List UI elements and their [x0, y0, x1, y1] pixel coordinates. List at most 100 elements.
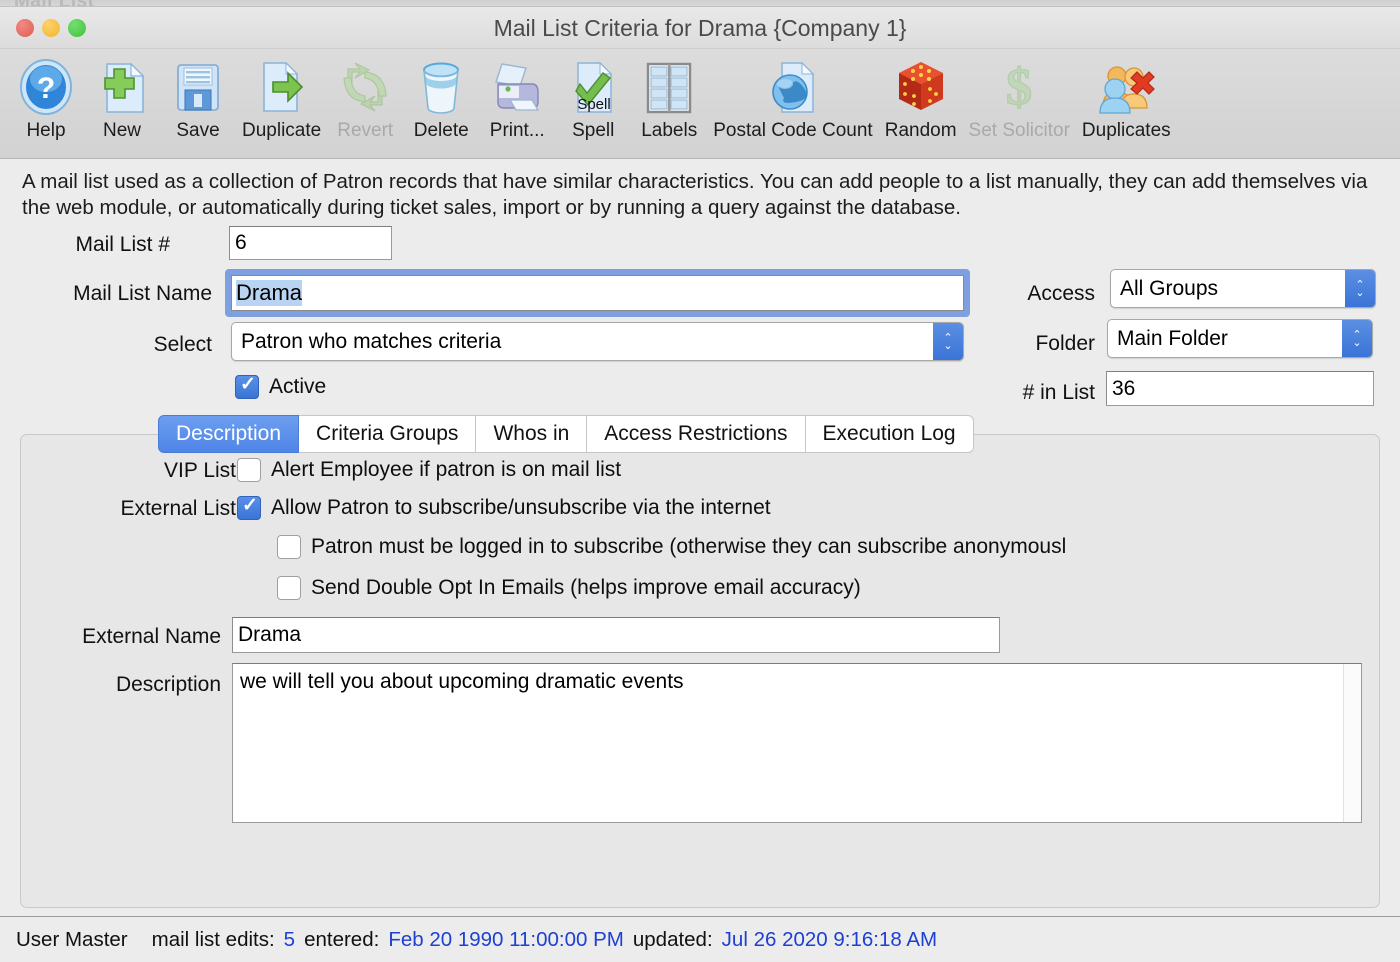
globe-document-icon — [761, 55, 825, 119]
toolbar-label: New — [103, 120, 141, 142]
printer-icon — [485, 55, 549, 119]
select-value: Patron who matches criteria — [241, 330, 501, 354]
double-opt-in-checkbox-row[interactable]: Send Double Opt In Emails (helps improve… — [277, 576, 861, 600]
toolbar-button-print[interactable]: Print... — [479, 53, 555, 142]
status-updated-label: updated: — [633, 928, 713, 952]
toolbar-button-set-solicitor[interactable]: $ Set Solicitor — [963, 53, 1076, 142]
toolbar-label: Delete — [414, 120, 469, 142]
chevron-updown-icon: ⌃⌄ — [1342, 320, 1372, 357]
toolbar-button-delete[interactable]: Delete — [403, 53, 479, 142]
folder-dropdown[interactable]: Main Folder ⌃⌄ — [1107, 319, 1373, 358]
count-in-list-label: # in List — [930, 381, 1095, 405]
external-list-text: Allow Patron to subscribe/unsubscribe vi… — [271, 496, 771, 520]
toolbar-button-help[interactable]: ? Help — [8, 53, 84, 142]
description-field-label: Description — [21, 673, 221, 697]
must-be-logged-in-text: Patron must be logged in to subscribe (o… — [311, 535, 1066, 559]
window-title: Mail List Criteria for Drama {Company 1} — [0, 15, 1400, 42]
external-name-label: External Name — [21, 625, 221, 649]
external-name-input[interactable]: Drama — [232, 617, 1000, 653]
duplicate-document-arrow-icon — [250, 55, 314, 119]
double-opt-in-checkbox[interactable] — [277, 576, 301, 600]
access-value: All Groups — [1120, 277, 1218, 301]
vip-list-checkbox-row[interactable]: Alert Employee if patron is on mail list — [237, 458, 621, 482]
toolbar-button-duplicates[interactable]: Duplicates — [1076, 53, 1177, 142]
tab-strip: Description Criteria Groups Whos in Acce… — [158, 415, 974, 453]
toolbar-label: Postal Code Count — [713, 120, 873, 142]
toolbar-button-postal-code-count[interactable]: Postal Code Count — [707, 53, 879, 142]
select-label: Select — [20, 333, 212, 357]
tab-whos-in[interactable]: Whos in — [476, 415, 587, 453]
toolbar-label: Duplicates — [1082, 120, 1171, 142]
toolbar-label: Random — [885, 120, 957, 142]
svg-text:?: ? — [37, 72, 55, 105]
mail-list-name-value: Drama — [236, 280, 302, 306]
tab-access-restrictions[interactable]: Access Restrictions — [587, 415, 805, 453]
spell-check-icon: Spell — [561, 55, 625, 119]
tab-execution-log[interactable]: Execution Log — [806, 415, 974, 453]
toolbar-button-revert[interactable]: Revert — [327, 53, 403, 142]
trash-can-icon — [409, 55, 473, 119]
access-dropdown[interactable]: All Groups ⌃⌄ — [1110, 269, 1376, 308]
description-textarea-value: we will tell you about upcoming dramatic… — [233, 664, 1343, 822]
mail-list-name-focus-ring: Drama — [225, 269, 970, 317]
dice-icon — [889, 55, 953, 119]
toolbar-button-save[interactable]: Save — [160, 53, 236, 142]
external-list-label: External List — [21, 497, 236, 521]
active-label: Active — [269, 375, 326, 399]
labels-grid-icon — [637, 55, 701, 119]
tab-area: Description Criteria Groups Whos in Acce… — [0, 415, 1400, 916]
vip-list-text: Alert Employee if patron is on mail list — [271, 458, 621, 482]
description-textarea[interactable]: we will tell you about upcoming dramatic… — [232, 663, 1362, 823]
external-list-checkbox[interactable] — [237, 496, 261, 520]
toolbar: ? Help New — [0, 49, 1400, 159]
status-bar: User Master mail list edits: 5 entered: … — [0, 916, 1400, 962]
new-document-plus-icon — [90, 55, 154, 119]
active-checkbox-row[interactable]: Active — [235, 375, 326, 399]
access-label: Access — [940, 282, 1095, 306]
mail-list-name-input[interactable]: Drama — [231, 275, 964, 311]
toolbar-button-labels[interactable]: Labels — [631, 53, 707, 142]
mail-list-criteria-window: Mail List Criteria for Drama {Company 1}… — [0, 6, 1400, 962]
double-opt-in-text: Send Double Opt In Emails (helps improve… — [311, 576, 861, 600]
tab-criteria-groups[interactable]: Criteria Groups — [299, 415, 476, 453]
status-user: User Master — [16, 928, 128, 952]
toolbar-label: Spell — [572, 120, 614, 142]
mail-list-number-input[interactable]: 6 — [229, 226, 392, 260]
svg-text:$: $ — [1006, 59, 1032, 116]
toolbar-button-duplicate[interactable]: Duplicate — [236, 53, 327, 142]
toolbar-label: Set Solicitor — [969, 120, 1070, 142]
toolbar-button-random[interactable]: Random — [879, 53, 963, 142]
help-question-icon: ? — [14, 55, 78, 119]
toolbar-button-new[interactable]: New — [84, 53, 160, 142]
description-tab-panel: VIP List Alert Employee if patron is on … — [20, 434, 1380, 908]
must-be-logged-in-checkbox-row[interactable]: Patron must be logged in to subscribe (o… — [277, 535, 1066, 559]
mail-list-name-label: Mail List Name — [20, 282, 212, 306]
mail-list-number-label: Mail List # — [20, 233, 170, 257]
active-checkbox[interactable] — [235, 375, 259, 399]
vip-list-label: VIP List — [21, 459, 236, 483]
spell-badge-text: Spell — [578, 96, 611, 113]
floppy-disk-icon — [166, 55, 230, 119]
description-scrollbar[interactable] — [1343, 664, 1361, 822]
tab-description[interactable]: Description — [158, 415, 299, 453]
status-entered-value: Feb 20 1990 11:00:00 PM — [388, 928, 624, 952]
dollar-sign-icon: $ — [987, 55, 1051, 119]
select-dropdown[interactable]: Patron who matches criteria ⌃⌄ — [231, 322, 964, 361]
count-in-list-input[interactable]: 36 — [1106, 371, 1374, 406]
toolbar-label: Revert — [337, 120, 393, 142]
toolbar-label: Print... — [490, 120, 545, 142]
title-bar: Mail List Criteria for Drama {Company 1} — [0, 7, 1400, 49]
toolbar-label: Labels — [641, 120, 697, 142]
chevron-updown-icon: ⌃⌄ — [1345, 270, 1375, 307]
refresh-arrows-icon — [333, 55, 397, 119]
status-edits-label: mail list edits: — [152, 928, 275, 952]
status-edits-value: 5 — [284, 928, 295, 952]
toolbar-label: Save — [176, 120, 219, 142]
vip-list-checkbox[interactable] — [237, 458, 261, 482]
toolbar-button-spell[interactable]: Spell Spell — [555, 53, 631, 142]
external-list-checkbox-row[interactable]: Allow Patron to subscribe/unsubscribe vi… — [237, 496, 771, 520]
form-top: Mail List # 6 Mail List Name Drama Selec… — [0, 225, 1400, 415]
status-entered-label: entered: — [304, 928, 379, 952]
must-be-logged-in-checkbox[interactable] — [277, 535, 301, 559]
folder-value: Main Folder — [1117, 327, 1228, 351]
